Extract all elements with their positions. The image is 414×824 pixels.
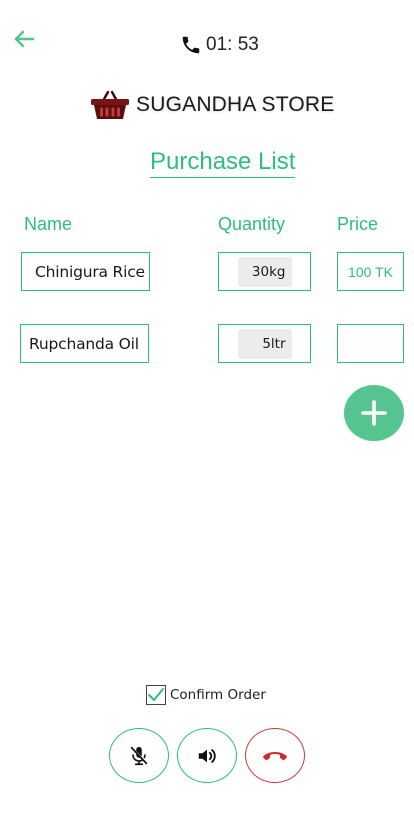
item-price-field[interactable]	[337, 324, 404, 363]
arrow-left-icon	[14, 30, 35, 48]
store-name: SUGANDHA STORE	[136, 93, 335, 116]
checkmark-icon	[148, 688, 164, 701]
item-price-field[interactable]: 100 TK	[337, 252, 404, 291]
confirm-order-checkbox[interactable]	[146, 685, 166, 705]
quantity-value: 5ltr	[237, 328, 292, 359]
confirm-order: Confirm Order	[146, 684, 266, 706]
mute-button[interactable]	[109, 728, 169, 783]
item-name-field[interactable]: Rupchanda Oil	[20, 324, 149, 363]
column-header-quantity: Quantity	[218, 214, 286, 234]
store-header: SUGANDHA STORE	[90, 88, 334, 122]
add-item-button[interactable]	[344, 385, 404, 441]
item-quantity-field[interactable]: 30kg	[218, 252, 311, 291]
mic-off-icon	[130, 746, 148, 765]
item-quantity-field[interactable]: 5ltr	[218, 324, 311, 363]
shopping-basket-icon	[91, 90, 129, 119]
page-title: Purchase List	[150, 148, 296, 178]
quantity-value: 30kg	[237, 256, 292, 287]
column-header-name: Name	[24, 214, 73, 234]
call-timer: 01: 53	[180, 33, 259, 57]
speaker-button[interactable]	[177, 728, 237, 783]
back-button[interactable]	[10, 26, 38, 52]
end-call-icon	[263, 751, 287, 760]
phone-icon	[182, 36, 200, 54]
end-call-button[interactable]	[245, 728, 305, 783]
speaker-icon	[198, 748, 216, 763]
call-duration: 01: 53	[206, 34, 259, 55]
plus-icon	[361, 400, 387, 426]
item-name-field[interactable]: Chinigura Rice	[21, 252, 150, 291]
confirm-order-label: Confirm Order	[170, 687, 266, 703]
column-header-price: Price	[337, 214, 379, 234]
